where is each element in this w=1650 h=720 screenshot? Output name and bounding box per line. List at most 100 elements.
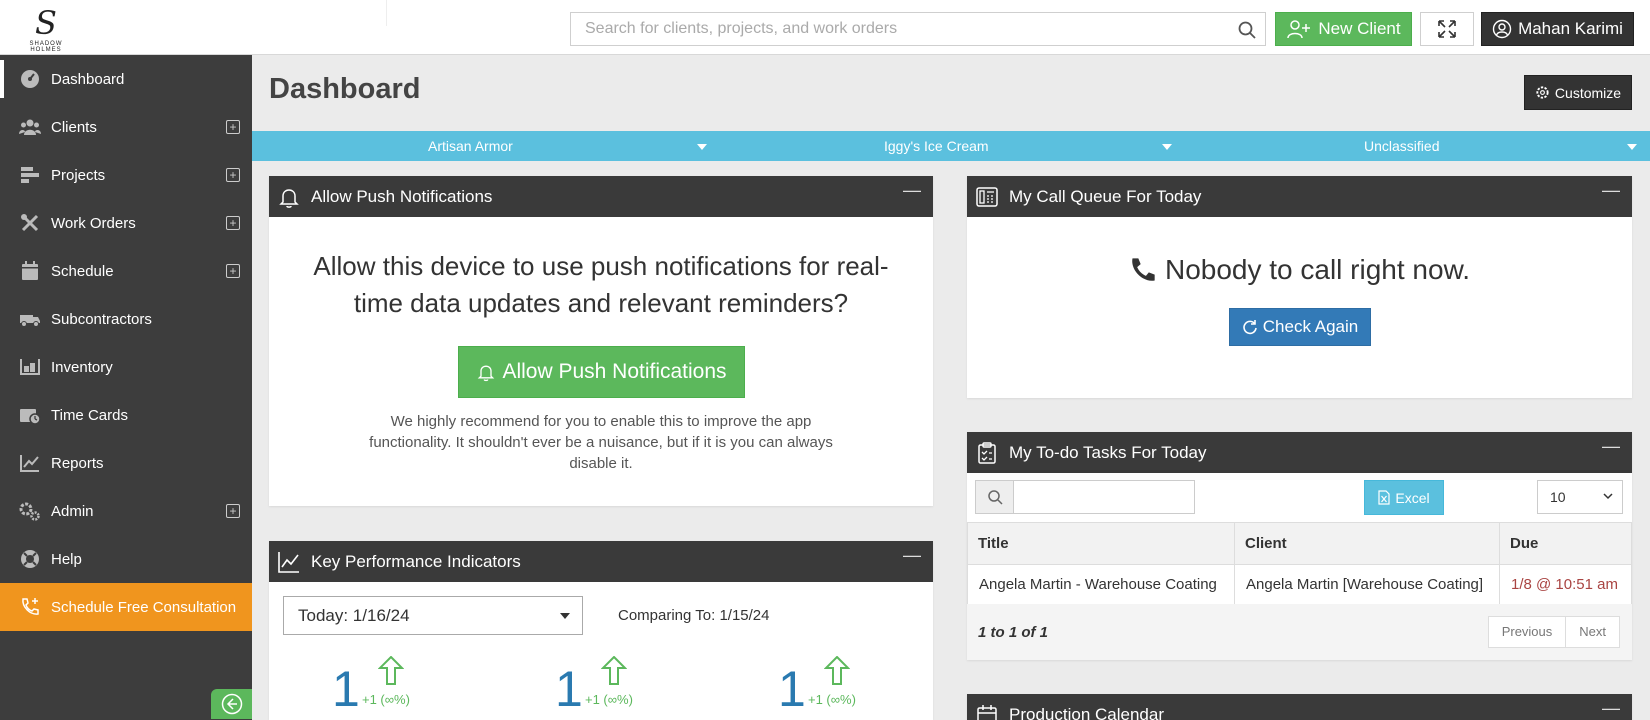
panel-title: My Call Queue For Today	[1009, 187, 1202, 206]
allow-push-button[interactable]: Allow Push Notifications	[458, 346, 745, 398]
sidebar-item-label: Time Cards	[51, 406, 128, 424]
filter-label: Iggy's Ice Cream	[884, 138, 989, 154]
add-schedule-icon[interactable]: +	[226, 264, 240, 278]
kpi-metric: 1 +1 (∞%)	[778, 656, 888, 717]
sidebar-item-inventory[interactable]: Inventory	[0, 343, 252, 391]
timecard-icon	[19, 405, 41, 425]
column-header-due[interactable]: Due	[1499, 522, 1632, 565]
task-title[interactable]: Angela Martin - Warehouse Coating	[967, 564, 1235, 606]
sidebar-item-dashboard[interactable]: Dashboard	[0, 55, 252, 103]
caret-down-icon	[697, 144, 707, 150]
add-project-icon[interactable]: +	[226, 168, 240, 182]
previous-page-button[interactable]: Previous	[1489, 617, 1566, 647]
sidebar-item-clients[interactable]: Clients +	[0, 103, 252, 151]
bell-icon	[478, 365, 495, 382]
sidebar-item-label: Schedule	[51, 262, 114, 280]
kpi-date-value: Today: 1/16/24	[298, 606, 410, 625]
sidebar-item-label: Inventory	[51, 358, 113, 376]
chart-icon	[19, 453, 41, 473]
search-input[interactable]	[571, 13, 1211, 45]
sidebar-item-time-cards[interactable]: Time Cards	[0, 391, 252, 439]
filter-label: Unclassified	[1364, 138, 1440, 154]
sidebar-item-help[interactable]: Help	[0, 535, 252, 583]
add-client-icon[interactable]: +	[226, 120, 240, 134]
minimize-icon[interactable]: —	[1602, 698, 1620, 719]
excel-label: Excel	[1395, 489, 1430, 506]
sidebar-item-work-orders[interactable]: Work Orders +	[0, 199, 252, 247]
page-size-value: 10	[1550, 489, 1566, 505]
search-icon[interactable]	[1237, 20, 1257, 40]
todo-search-input[interactable]	[1014, 481, 1194, 513]
table-row[interactable]: Angela Martin - Warehouse Coating Angela…	[967, 564, 1632, 606]
todo-search	[975, 480, 1195, 514]
sidebar-item-label: Schedule Free Consultation	[51, 598, 237, 616]
panel-header: Allow Push Notifications —	[269, 176, 933, 217]
user-menu-button[interactable]: Mahan Karimi	[1481, 12, 1634, 46]
collapse-sidebar-button[interactable]	[211, 689, 252, 719]
kpi-delta: +1 (∞%)	[808, 692, 856, 707]
sidebar-item-subcontractors[interactable]: Subcontractors	[0, 295, 252, 343]
top-bar: S SHADOW HOLMES New Client Mahan Karimi	[0, 0, 1650, 55]
sidebar-item-label: Clients	[51, 118, 97, 136]
logo[interactable]: S SHADOW HOLMES	[14, 6, 78, 53]
caret-down-icon	[560, 613, 570, 619]
push-message: Allow this device to use push notificati…	[313, 251, 889, 318]
panel-title: Key Performance Indicators	[311, 552, 521, 571]
sidebar-item-admin[interactable]: Admin +	[0, 487, 252, 535]
minimize-icon[interactable]: —	[903, 545, 921, 566]
refresh-icon	[1243, 320, 1257, 335]
page-size-select[interactable]: 10	[1537, 480, 1623, 514]
table-header-row: Title Client Due	[967, 522, 1632, 565]
minimize-icon[interactable]: —	[1602, 436, 1620, 457]
customize-button[interactable]: Customize	[1524, 75, 1632, 110]
caret-down-icon	[1162, 144, 1172, 150]
add-work-order-icon[interactable]: +	[226, 216, 240, 230]
divider	[386, 0, 387, 26]
kpi-date-select[interactable]: Today: 1/16/24	[283, 596, 583, 635]
kpi-panel: Key Performance Indicators — Today: 1/16…	[269, 541, 933, 720]
sidebar-item-label: Subcontractors	[51, 310, 152, 328]
sidebar-item-schedule-consultation[interactable]: Schedule Free Consultation	[0, 583, 252, 631]
phone-icon	[1132, 258, 1155, 281]
users-icon	[19, 117, 41, 137]
page-title: Dashboard	[269, 73, 421, 105]
kpi-delta: +1 (∞%)	[362, 692, 410, 707]
next-page-button[interactable]: Next	[1565, 617, 1619, 647]
task-client[interactable]: Angela Martin [Warehouse Coating]	[1234, 564, 1500, 606]
filter-unclassified[interactable]: Unclassified	[1184, 131, 1650, 161]
add-admin-icon[interactable]: +	[226, 504, 240, 518]
calendar-icon	[19, 261, 41, 281]
panel-title: Allow Push Notifications	[311, 187, 493, 206]
filter-iggys-ice-cream[interactable]: Iggy's Ice Cream	[718, 131, 1184, 161]
panel-header: My Call Queue For Today —	[967, 176, 1632, 217]
filter-label: Artisan Armor	[428, 138, 513, 154]
kpi-value: 1	[555, 661, 583, 717]
kpi-compare-text: Comparing To: 1/15/24	[618, 607, 770, 624]
push-notifications-panel: Allow Push Notifications — Allow this de…	[269, 176, 933, 506]
minimize-icon[interactable]: —	[903, 180, 921, 201]
check-again-button[interactable]: Check Again	[1229, 308, 1371, 346]
fullscreen-button[interactable]	[1420, 12, 1474, 46]
tools-icon	[19, 213, 41, 233]
warehouse-icon	[19, 357, 41, 377]
new-client-button[interactable]: New Client	[1275, 12, 1412, 46]
todo-panel: My To-do Tasks For Today — Excel 10 Titl…	[967, 432, 1632, 660]
column-header-title[interactable]: Title	[967, 522, 1235, 565]
production-calendar-panel: Production Calendar —	[967, 694, 1632, 720]
call-message: Nobody to call right now.	[967, 254, 1632, 286]
sidebar-item-projects[interactable]: Projects +	[0, 151, 252, 199]
table-footer: 1 to 1 of 1 Previous Next	[967, 604, 1632, 660]
sidebar: Dashboard Clients + Projects + Work Orde…	[0, 55, 252, 720]
task-due: 1/8 @ 10:51 am	[1499, 564, 1632, 606]
search-icon	[976, 481, 1014, 513]
sidebar-item-schedule[interactable]: Schedule +	[0, 247, 252, 295]
kpi-value: 1	[332, 661, 360, 717]
kpi-value: 1	[778, 661, 806, 717]
sidebar-item-reports[interactable]: Reports	[0, 439, 252, 487]
column-header-client[interactable]: Client	[1234, 522, 1500, 565]
excel-export-button[interactable]: Excel	[1364, 480, 1444, 515]
call-queue-panel: My Call Queue For Today — Nobody to call…	[967, 176, 1632, 398]
minimize-icon[interactable]: —	[1602, 180, 1620, 201]
expand-icon	[1438, 20, 1456, 38]
filter-artisan-armor[interactable]: Artisan Armor	[252, 131, 718, 161]
